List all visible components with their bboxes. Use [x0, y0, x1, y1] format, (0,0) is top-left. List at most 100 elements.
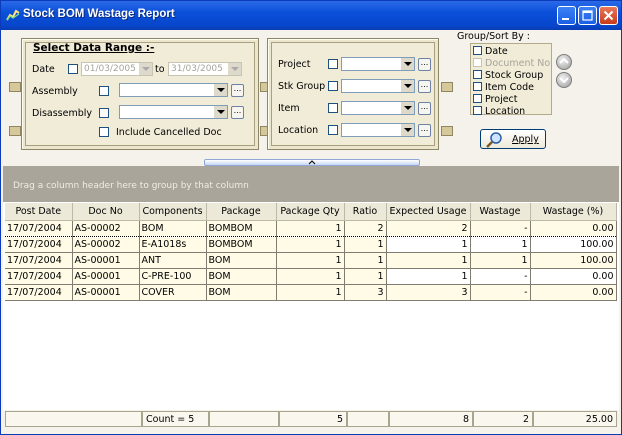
cell-wastage[interactable]: 1 — [470, 252, 531, 269]
column-header-ratio[interactable]: Ratio — [344, 203, 387, 221]
cell-expected-usage[interactable]: 1 — [386, 252, 471, 269]
cell-ratio[interactable]: 1 — [344, 236, 387, 253]
disassembly-checkbox[interactable] — [99, 108, 109, 118]
cell-package[interactable]: BOM — [206, 284, 277, 301]
column-header-wastage-pct[interactable]: Wastage (%) — [530, 203, 617, 221]
stk-group-browse-button[interactable]: ... — [418, 80, 431, 93]
collapse-handle[interactable] — [204, 159, 420, 166]
sort-checkbox[interactable] — [473, 46, 482, 55]
cell-components[interactable]: C-PRE-100 — [139, 268, 207, 285]
table-row[interactable]: 17/07/2004 AS-00001 COVER BOM 1 3 3 - 0.… — [5, 284, 617, 301]
item-checkbox[interactable] — [328, 103, 338, 113]
project-checkbox[interactable] — [328, 59, 338, 69]
cell-ratio[interactable]: 1 — [344, 268, 387, 285]
sort-checkbox[interactable] — [473, 70, 482, 79]
column-header-post-date[interactable]: Post Date — [5, 203, 73, 221]
cell-post-date[interactable]: 17/07/2004 — [5, 220, 73, 237]
location-browse-button[interactable]: ... — [418, 124, 431, 137]
cell-wastage-pct[interactable]: 0.00 — [530, 268, 617, 285]
panel-splitter[interactable] — [1, 156, 621, 166]
maximize-button[interactable] — [578, 6, 597, 25]
cell-wastage-pct[interactable]: 100.00 — [530, 236, 617, 253]
move-up-button[interactable] — [556, 54, 572, 70]
cell-post-date[interactable]: 17/07/2004 — [5, 236, 73, 253]
cell-wastage-pct[interactable]: 0.00 — [530, 220, 617, 237]
assembly-combo[interactable] — [119, 83, 228, 97]
cell-components[interactable]: COVER — [139, 284, 207, 301]
data-grid[interactable]: Post Date Doc No Components Package Pack… — [5, 203, 617, 301]
cell-ratio[interactable]: 1 — [344, 252, 387, 269]
cell-package[interactable]: BOM — [206, 252, 277, 269]
column-header-doc-no[interactable]: Doc No — [72, 203, 140, 221]
cell-wastage[interactable]: - — [470, 220, 531, 237]
cell-package[interactable]: BOMBOM — [206, 236, 277, 253]
sort-checkbox[interactable] — [473, 94, 482, 103]
cell-doc-no[interactable]: AS-00001 — [72, 284, 140, 301]
cell-components[interactable]: E-A1018s — [139, 236, 207, 253]
title-bar[interactable]: Stock BOM Wastage Report — [1, 1, 621, 30]
disassembly-browse-button[interactable]: ... — [231, 106, 244, 119]
table-row[interactable]: 17/07/2004 AS-00002 E-A1018s BOMBOM 1 1 … — [5, 236, 617, 253]
column-header-components[interactable]: Components — [139, 203, 207, 221]
item-browse-button[interactable]: ... — [418, 102, 431, 115]
cell-package[interactable]: BOMBOM — [206, 220, 277, 237]
cell-package[interactable]: BOM — [206, 268, 277, 285]
cell-ratio[interactable]: 3 — [344, 284, 387, 301]
cell-doc-no[interactable]: AS-00002 — [72, 236, 140, 253]
group-by-area[interactable]: Drag a column header here to group by th… — [3, 166, 619, 202]
sort-option-project[interactable]: Project — [473, 94, 518, 105]
stk-group-combo[interactable] — [341, 79, 415, 93]
cell-expected-usage[interactable]: 3 — [386, 284, 471, 301]
stk-group-checkbox[interactable] — [328, 81, 338, 91]
table-row[interactable]: 17/07/2004 AS-00002 BOM BOMBOM 1 2 2 - 0… — [5, 220, 617, 237]
cell-package-qty[interactable]: 1 — [276, 252, 345, 269]
cell-components[interactable]: BOM — [139, 220, 207, 237]
location-checkbox[interactable] — [328, 125, 338, 135]
cell-expected-usage[interactable]: 2 — [386, 220, 471, 237]
project-combo[interactable] — [341, 57, 415, 71]
cell-expected-usage[interactable]: 1 — [386, 236, 471, 253]
cell-package-qty[interactable]: 1 — [276, 236, 345, 253]
cell-wastage-pct[interactable]: 0.00 — [530, 284, 617, 301]
cell-wastage[interactable]: 1 — [470, 236, 531, 253]
sort-option-stock-group[interactable]: Stock Group — [473, 70, 543, 81]
minimize-button[interactable] — [557, 6, 576, 25]
cell-wastage[interactable]: - — [470, 268, 531, 285]
assembly-checkbox[interactable] — [99, 86, 109, 96]
apply-button[interactable]: Apply — [480, 129, 546, 149]
cell-wastage[interactable]: - — [470, 284, 531, 301]
sort-checkbox[interactable] — [473, 106, 482, 115]
date-from-picker[interactable]: 01/03/2005 — [81, 62, 153, 76]
cell-expected-usage[interactable]: 1 — [386, 268, 471, 285]
cell-doc-no[interactable]: AS-00002 — [72, 220, 140, 237]
sort-option-location[interactable]: Location — [473, 106, 525, 117]
cell-doc-no[interactable]: AS-00001 — [72, 252, 140, 269]
sort-option-date[interactable]: Date — [473, 46, 508, 57]
cell-doc-no[interactable]: AS-00001 — [72, 268, 140, 285]
sort-checkbox[interactable] — [473, 82, 482, 91]
item-combo[interactable] — [341, 101, 415, 115]
cell-post-date[interactable]: 17/07/2004 — [5, 268, 73, 285]
assembly-browse-button[interactable]: ... — [231, 84, 244, 97]
disassembly-combo[interactable] — [119, 105, 228, 119]
column-header-wastage[interactable]: Wastage — [470, 203, 531, 221]
cell-post-date[interactable]: 17/07/2004 — [5, 284, 73, 301]
column-header-expected-usage[interactable]: Expected Usage — [386, 203, 471, 221]
column-header-package[interactable]: Package — [206, 203, 277, 221]
column-header-package-qty[interactable]: Package Qty — [276, 203, 345, 221]
sort-option-item-code[interactable]: Item Code — [473, 82, 534, 93]
cell-package-qty[interactable]: 1 — [276, 220, 345, 237]
cell-post-date[interactable]: 17/07/2004 — [5, 252, 73, 269]
include-cancelled-checkbox[interactable] — [99, 127, 109, 137]
table-row[interactable]: 17/07/2004 AS-00001 C-PRE-100 BOM 1 1 1 … — [5, 268, 617, 285]
table-row[interactable]: 17/07/2004 AS-00001 ANT BOM 1 1 1 1 100.… — [5, 252, 617, 269]
cell-package-qty[interactable]: 1 — [276, 284, 345, 301]
cell-package-qty[interactable]: 1 — [276, 268, 345, 285]
close-button[interactable] — [599, 6, 618, 25]
date-to-picker[interactable]: 31/03/2005 — [168, 62, 242, 76]
cell-components[interactable]: ANT — [139, 252, 207, 269]
move-down-button[interactable] — [556, 72, 572, 88]
location-combo[interactable] — [341, 123, 415, 137]
group-sort-list[interactable]: Date Document No Stock Group Item Code P… — [470, 43, 552, 117]
cell-wastage-pct[interactable]: 100.00 — [530, 252, 617, 269]
